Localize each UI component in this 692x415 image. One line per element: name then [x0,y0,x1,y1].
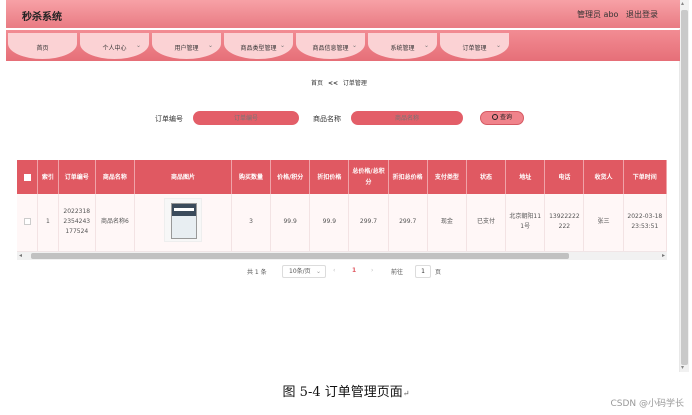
product-name-input[interactable] [351,111,463,125]
column-header: 索引 [37,160,59,194]
column-header: 商品名称 [95,160,136,194]
nav-item-profile[interactable]: 个人中心 ⌄ [80,33,149,59]
cell-discount-total: 299.7 [388,194,428,252]
chevron-down-icon: ⌄ [351,42,357,49]
cell-phone: 13922222222 [544,194,585,252]
cell-order-time: 2022-03-18 23:53:51 [623,194,667,252]
next-page-icon[interactable]: › [371,267,373,274]
cell-price: 99.9 [270,194,311,252]
scrollbar-thumb[interactable] [31,253,569,259]
page-number[interactable]: 1 [352,267,356,274]
column-header: 总价格/总积分 [348,160,389,194]
chevron-down-icon: ⌄ [207,42,213,49]
chevron-down-icon: ⌄ [315,268,321,275]
chevron-down-icon: ⌄ [279,42,285,49]
product-name-label: 商品名称 [313,115,341,123]
cell-address: 北京朝阳111号 [505,194,546,252]
cell-order-no: 20223182354243177524 [58,194,96,252]
order-no-input[interactable] [193,111,299,125]
top-header: 秒杀系统 管理员 abo 退出登录 [6,0,680,28]
table-header-row: 索引 订单编号 商品名称 商品图片 购买数量 价格/积分 折扣价格 总价格/总积… [17,160,667,194]
product-image [163,198,202,243]
figure-caption: 图 5-4 订单管理页面↵ [0,381,692,400]
cell-receiver: 张三 [583,194,624,252]
cell-discount-price: 99.9 [309,194,350,252]
main-nav: 首页 个人中心 ⌄ 用户管理 ⌄ 商品类型管理 ⌄ 商品信息管理 ⌄ 系统管理 … [6,30,680,61]
column-header: 电话 [544,160,585,194]
scroll-up-icon[interactable]: ▴ [681,0,684,7]
column-header: 价格/积分 [270,160,311,194]
breadcrumb: 首页 << 订单管理 [311,78,370,87]
current-user: 管理员 abo [577,10,619,19]
search-button[interactable]: 查询 [480,111,524,125]
app-window: 秒杀系统 管理员 abo 退出登录 首页 个人中心 ⌄ 用户管理 ⌄ 商品类型管… [6,0,680,372]
page-unit-label: 页 [435,269,442,276]
select-all-header[interactable] [17,160,39,194]
column-header: 支付类型 [427,160,467,194]
column-header: 折扣总价格 [388,160,428,194]
cell-pay-type: 现金 [427,194,467,252]
page-vertical-scrollbar[interactable]: ▴ ▾ [680,0,689,372]
search-button-label: 查询 [499,114,512,121]
select-all-checkbox[interactable] [23,173,31,181]
breadcrumb-separator: << [327,80,338,87]
goto-page-input[interactable]: 1 [415,265,431,278]
scroll-right-icon[interactable]: ▸ [662,252,665,259]
orders-table: 索引 订单编号 商品名称 商品图片 购买数量 价格/积分 折扣价格 总价格/总积… [17,160,667,260]
cell-product-image [134,194,232,252]
nav-item-orders[interactable]: 订单管理 ⌄ [440,33,509,59]
column-header: 购买数量 [231,160,272,194]
nav-item-product-types[interactable]: 商品类型管理 ⌄ [224,33,293,59]
column-header: 折扣价格 [309,160,350,194]
caption-text: 图 5-4 订单管理页面 [282,385,403,400]
column-header: 商品图片 [134,160,232,194]
breadcrumb-home[interactable]: 首页 [311,80,323,87]
scroll-left-icon[interactable]: ◂ [19,252,22,259]
goto-label: 前往 [391,269,404,276]
page-size-select[interactable]: 10条/页 ⌄ [282,265,326,278]
column-header: 收货人 [583,160,624,194]
prev-page-icon[interactable]: ‹ [333,267,335,274]
column-header: 订单编号 [58,160,96,194]
logout-link[interactable]: 退出登录 [626,9,658,20]
paragraph-mark-icon: ↵ [402,389,410,398]
row-checkbox[interactable] [23,218,31,226]
nav-item-products[interactable]: 商品信息管理 ⌄ [296,33,365,59]
table-row: 1 20223182354243177524 商品名称6 3 99.9 99.9… [17,194,667,252]
column-header: 状态 [466,160,507,194]
breadcrumb-current: 订单管理 [342,80,367,87]
nav-item-home[interactable]: 首页 [8,33,77,59]
nav-item-users[interactable]: 用户管理 ⌄ [152,33,221,59]
column-header: 地址 [505,160,546,194]
scroll-down-icon[interactable]: ▾ [681,364,684,371]
chevron-down-icon: ⌄ [135,42,141,49]
scrollbar-thumb[interactable] [681,10,688,365]
pagination-total: 共 1 条 [247,269,267,276]
page-size-value: 10条/页 [289,268,311,275]
header-divider [6,28,680,29]
cell-product-name: 商品名称6 [95,194,136,252]
cell-status: 已支付 [466,194,507,252]
app-title: 秒杀系统 [22,12,62,23]
column-header: 下单时间 [623,160,667,194]
order-no-label: 订单编号 [155,115,183,123]
row-select-cell[interactable] [17,194,39,252]
nav-item-system[interactable]: 系统管理 ⌄ [368,33,437,59]
table-horizontal-scrollbar[interactable]: ◂ ▸ [17,252,667,260]
nav-item-label: 首页 [36,45,49,52]
search-icon [491,114,498,120]
cell-index: 1 [37,194,59,252]
cell-quantity: 3 [231,194,272,252]
chevron-down-icon: ⌄ [495,42,501,49]
cell-total-price: 299.7 [348,194,389,252]
chevron-down-icon: ⌄ [423,42,429,49]
watermark: CSDN @小码学长 [610,399,684,409]
